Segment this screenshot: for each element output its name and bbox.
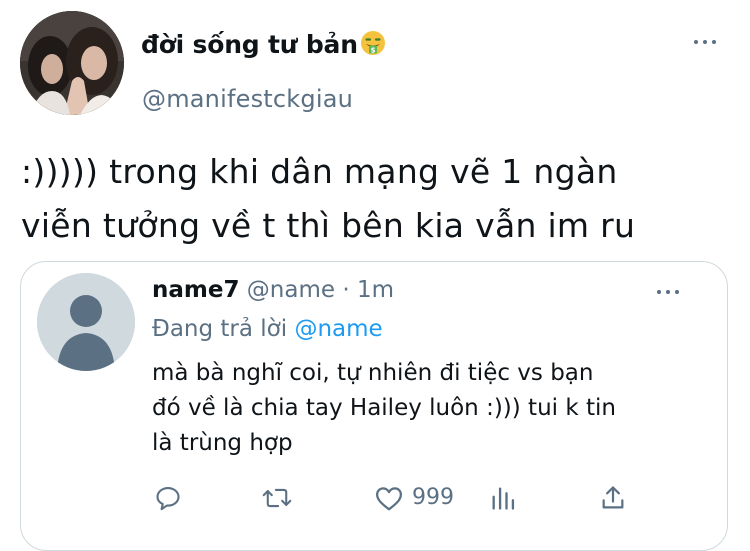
quoted-display-name[interactable]: name7 xyxy=(152,277,239,303)
replying-to: Đang trả lời @name xyxy=(152,316,383,342)
svg-text:$: $ xyxy=(370,46,375,54)
more-horizontal-icon[interactable] xyxy=(655,288,681,296)
share-icon xyxy=(602,486,624,509)
display-name[interactable]: đời sống tư bản $ xyxy=(141,30,386,62)
replying-to-label: Đang trả lời xyxy=(152,316,288,342)
like-count: 999 xyxy=(412,485,454,510)
handle[interactable]: @manifestckgiau xyxy=(142,85,353,113)
reply-button[interactable] xyxy=(154,484,182,512)
default-avatar[interactable] xyxy=(37,273,135,371)
retweet-button[interactable] xyxy=(262,484,292,512)
analytics-button[interactable] xyxy=(490,484,516,512)
tweet-text: :))))) trong khi dân mạng vẽ 1 ngàn viễn… xyxy=(21,145,721,253)
more-horizontal-icon[interactable] xyxy=(692,38,718,46)
quoted-text-line: là trùng hợp xyxy=(152,430,293,456)
quoted-text-line: đó về là chia tay Hailey luôn :))) tui k… xyxy=(152,395,616,421)
reply-icon xyxy=(156,487,180,511)
display-name-text: đời sống tư bản xyxy=(141,30,358,59)
share-button[interactable] xyxy=(599,484,627,512)
analytics-icon xyxy=(492,487,515,510)
money-mouth-face-emoji: $ xyxy=(360,30,386,62)
replying-to-mention[interactable]: @name xyxy=(294,316,382,342)
tweet-text-line: viễn tưởng về t thì bên kia vẫn im ru xyxy=(21,206,636,245)
default-avatar-icon xyxy=(37,273,135,371)
like-button[interactable]: 999 xyxy=(374,484,454,512)
profile-avatar[interactable] xyxy=(20,11,124,115)
profile-photo xyxy=(20,11,124,115)
quoted-text: mà bà nghĩ coi, tự nhiên đi tiệc vs bạn … xyxy=(152,356,712,461)
tweet-text-line: :))))) trong khi dân mạng vẽ 1 ngàn xyxy=(21,152,618,191)
quoted-text-line: mà bà nghĩ coi, tự nhiên đi tiệc vs bạn xyxy=(152,360,594,386)
retweet-icon xyxy=(262,488,292,508)
quoted-header: name7 @name · 1m xyxy=(152,277,394,303)
heart-icon xyxy=(376,487,402,511)
quoted-meta[interactable]: @name · 1m xyxy=(247,277,394,303)
